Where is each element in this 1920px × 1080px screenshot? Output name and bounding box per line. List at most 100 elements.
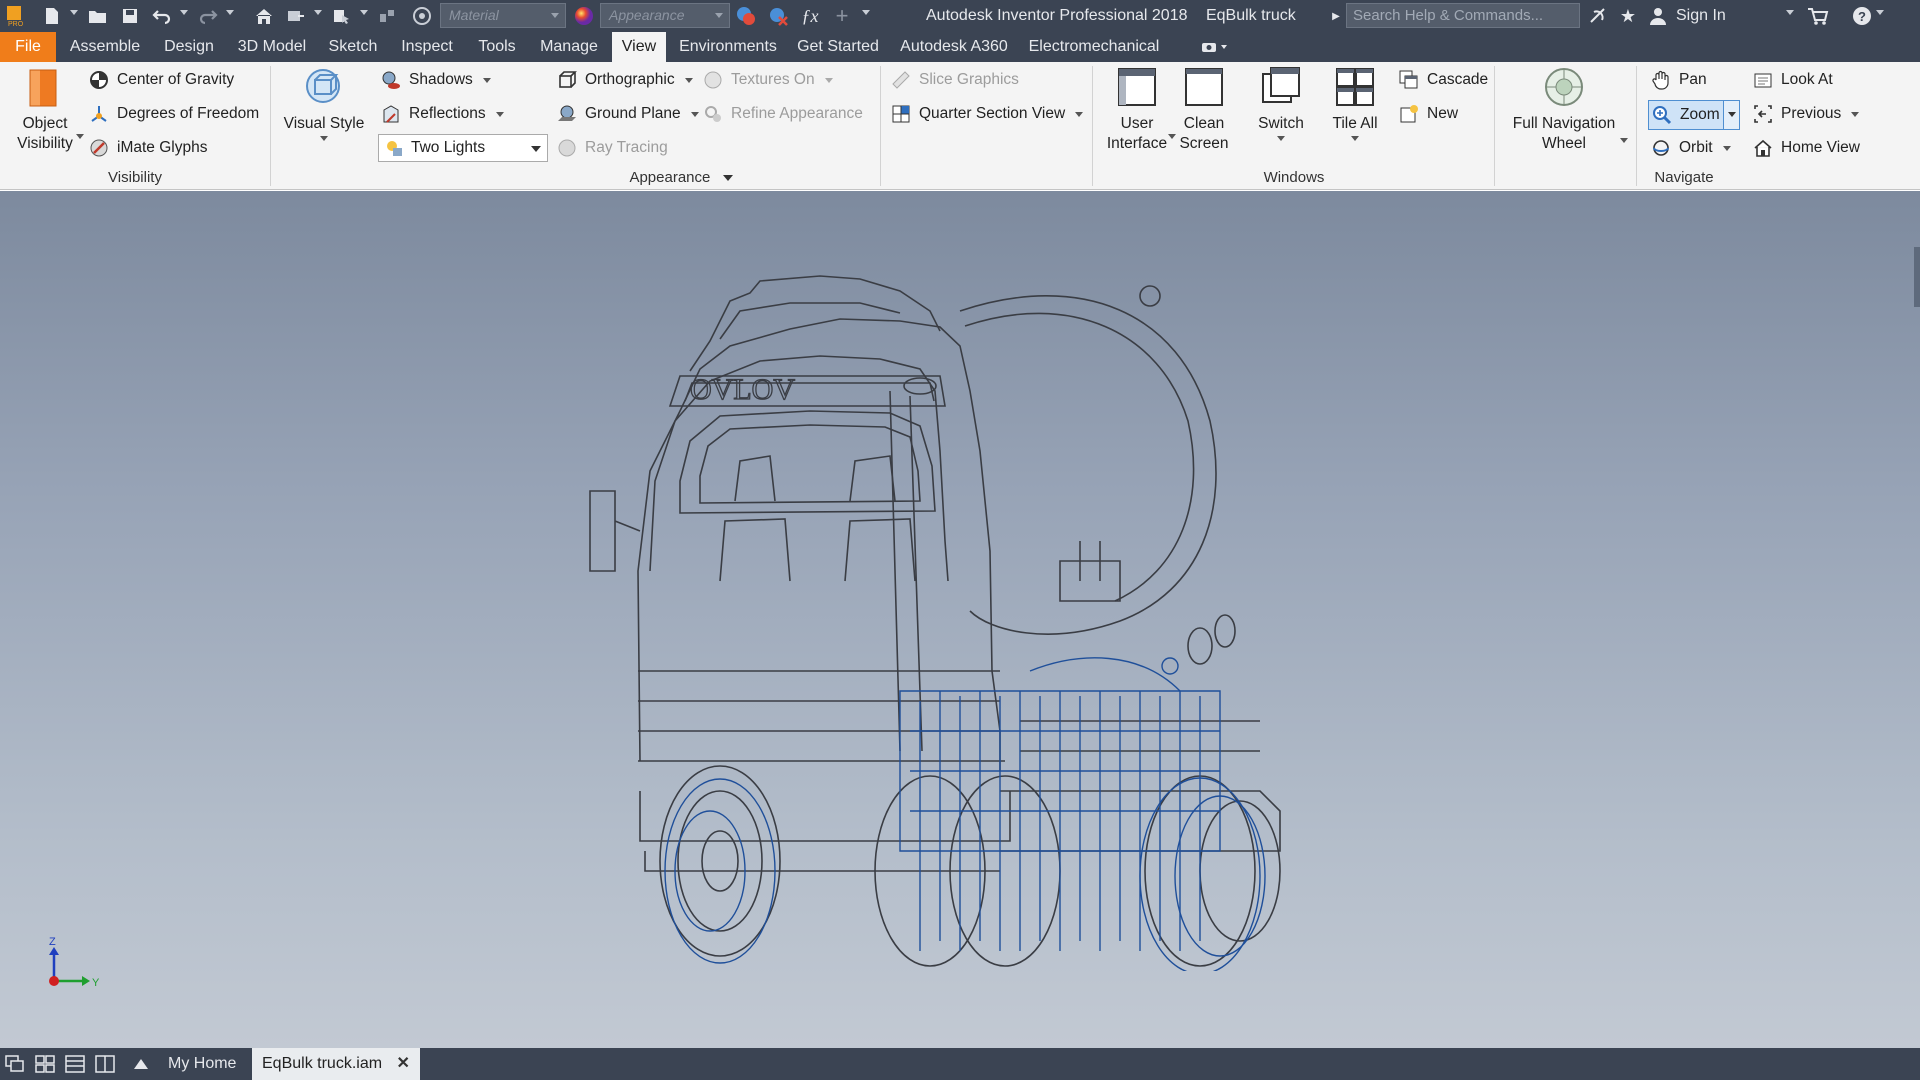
ground-plane-button[interactable]: Ground Plane bbox=[556, 100, 699, 128]
tab-inspect[interactable]: Inspect bbox=[392, 32, 462, 62]
document-menu-icon[interactable] bbox=[130, 1054, 152, 1074]
quarter-section-view-button[interactable]: Quarter Section View bbox=[890, 100, 1084, 128]
search-input[interactable]: Search Help & Commands... bbox=[1346, 3, 1580, 28]
degrees-of-freedom-button[interactable]: Degrees of Freedom bbox=[88, 100, 259, 128]
full-navigation-wheel-button[interactable]: Full Navigation Wheel bbox=[1504, 66, 1624, 154]
truck-wireframe-model[interactable]: OVLOV bbox=[560, 251, 1420, 971]
appearance-adjust-icon[interactable] bbox=[734, 4, 758, 28]
color-icon[interactable] bbox=[410, 4, 434, 28]
textures-dropdown-icon bbox=[824, 77, 833, 83]
quarter-section-icon bbox=[890, 103, 912, 125]
appearance-ball-icon[interactable] bbox=[572, 4, 596, 28]
refine-appearance-button[interactable]: Refine Appearance bbox=[702, 100, 863, 128]
active-document-tab[interactable]: EqBulk truck.iam ✕ bbox=[252, 1048, 420, 1080]
zoom-dropdown[interactable] bbox=[1723, 101, 1739, 129]
look-at-button[interactable]: Look At bbox=[1752, 66, 1833, 94]
new-icon[interactable] bbox=[40, 4, 64, 28]
switch-button[interactable]: Switch bbox=[1250, 66, 1312, 141]
close-document-icon[interactable]: ✕ bbox=[397, 1055, 410, 1072]
inventor-logo-icon[interactable]: PRO bbox=[2, 4, 26, 28]
redo-icon[interactable] bbox=[196, 4, 220, 28]
tab-electromechanical[interactable]: Electromechanical bbox=[1026, 32, 1162, 62]
previous-view-icon bbox=[1752, 103, 1774, 125]
undo-icon[interactable] bbox=[150, 4, 174, 28]
clear-appearance-icon[interactable] bbox=[766, 4, 790, 28]
viewport-scrollbar[interactable] bbox=[1914, 247, 1920, 307]
tab-assemble[interactable]: Assemble bbox=[62, 32, 148, 62]
material-combo[interactable]: Material bbox=[440, 3, 566, 28]
new-dropdown-icon[interactable] bbox=[70, 10, 78, 15]
sign-in-link[interactable]: Sign In bbox=[1676, 0, 1726, 32]
cascade-button[interactable]: Cascade bbox=[1398, 66, 1488, 94]
undo-dropdown-icon[interactable] bbox=[180, 10, 188, 15]
tab-view[interactable]: View bbox=[612, 32, 666, 62]
ray-tracing-button[interactable]: Ray Tracing bbox=[556, 134, 668, 162]
previous-view-dropdown-icon bbox=[1851, 111, 1860, 117]
tab-file[interactable]: File bbox=[0, 32, 56, 62]
my-home-tab[interactable]: My Home bbox=[158, 1048, 246, 1080]
redo-dropdown-icon[interactable] bbox=[226, 10, 234, 15]
center-of-gravity-button[interactable]: Center of Gravity bbox=[88, 66, 234, 94]
tile-all-button[interactable]: Tile All bbox=[1322, 66, 1388, 141]
measure-icon[interactable] bbox=[376, 4, 400, 28]
comms-icon[interactable] bbox=[1586, 4, 1610, 28]
textures-on-button[interactable]: Textures On bbox=[702, 66, 833, 94]
save-icon[interactable] bbox=[118, 4, 142, 28]
tab-design[interactable]: Design bbox=[154, 32, 224, 62]
reflections-icon bbox=[380, 103, 402, 125]
appearance-combo[interactable]: Appearance bbox=[600, 3, 730, 28]
return-dropdown-icon[interactable] bbox=[314, 10, 322, 15]
home-view-button[interactable]: Home View bbox=[1752, 134, 1860, 162]
full-navigation-dropdown-icon[interactable] bbox=[1620, 138, 1628, 143]
visual-style-button[interactable]: Visual Style bbox=[282, 66, 366, 141]
help-icon[interactable]: ? bbox=[1850, 4, 1874, 28]
expand-search-icon[interactable]: ▶ bbox=[1324, 4, 1348, 28]
object-visibility-button[interactable]: Object Visibility bbox=[10, 66, 80, 154]
tab-environments[interactable]: Environments bbox=[672, 32, 784, 62]
ribbon-minimize-icon[interactable] bbox=[1198, 32, 1232, 62]
fx-icon[interactable]: ƒx bbox=[798, 4, 822, 28]
appearance-panel-title[interactable]: Appearance bbox=[272, 168, 1090, 188]
select-icon[interactable] bbox=[330, 4, 354, 28]
new-window-button[interactable]: New bbox=[1398, 100, 1458, 128]
reflections-button[interactable]: Reflections bbox=[380, 100, 504, 128]
tile-windows-icon[interactable] bbox=[34, 1054, 56, 1074]
imate-glyphs-button[interactable]: iMate Glyphs bbox=[88, 134, 207, 162]
active-document-label: EqBulk truck.iam bbox=[262, 1055, 383, 1072]
tile-vertical-icon[interactable] bbox=[94, 1054, 116, 1074]
cart-icon[interactable] bbox=[1806, 4, 1830, 28]
clean-screen-button[interactable]: Clean Screen bbox=[1176, 66, 1232, 154]
customize-icon[interactable] bbox=[862, 10, 870, 15]
tab-tools[interactable]: Tools bbox=[468, 32, 526, 62]
home-icon[interactable] bbox=[252, 4, 276, 28]
orbit-button[interactable]: Orbit bbox=[1650, 134, 1731, 162]
tile-horizontal-icon[interactable] bbox=[64, 1054, 86, 1074]
return-icon[interactable] bbox=[284, 4, 308, 28]
sign-in-dropdown-icon[interactable] bbox=[1786, 10, 1794, 15]
tab-3d-model[interactable]: 3D Model bbox=[230, 32, 314, 62]
graphics-viewport[interactable]: OVLOV Z Y bbox=[0, 191, 1920, 1048]
material-combo-text: Material bbox=[449, 7, 499, 23]
help-dropdown-icon[interactable] bbox=[1876, 10, 1884, 15]
user-interface-button[interactable]: User Interface bbox=[1100, 66, 1174, 154]
cascade-windows-icon[interactable] bbox=[4, 1054, 26, 1074]
object-visibility-dropdown-icon[interactable] bbox=[76, 134, 84, 139]
select-dropdown-icon[interactable] bbox=[360, 10, 368, 15]
previous-view-button[interactable]: Previous bbox=[1752, 100, 1860, 128]
tab-manage[interactable]: Manage bbox=[532, 32, 606, 62]
zoom-button[interactable]: Zoom bbox=[1648, 100, 1740, 130]
open-icon[interactable] bbox=[86, 4, 110, 28]
orthographic-button[interactable]: Orthographic bbox=[556, 66, 693, 94]
user-interface-dropdown-icon[interactable] bbox=[1168, 134, 1176, 139]
appearance-panel-expand-icon bbox=[722, 175, 733, 182]
lighting-style-select[interactable]: Two Lights bbox=[378, 134, 548, 162]
pan-button[interactable]: Pan bbox=[1650, 66, 1707, 94]
slice-graphics-button[interactable]: Slice Graphics bbox=[890, 66, 1019, 94]
star-icon[interactable]: ★ bbox=[1616, 4, 1640, 28]
tab-get-started[interactable]: Get Started bbox=[790, 32, 886, 62]
user-icon[interactable] bbox=[1646, 4, 1670, 28]
tab-autodesk-a360[interactable]: Autodesk A360 bbox=[896, 32, 1012, 62]
tab-sketch[interactable]: Sketch bbox=[320, 32, 386, 62]
shadows-button[interactable]: Shadows bbox=[380, 66, 491, 94]
plus-icon[interactable]: + bbox=[830, 3, 854, 28]
